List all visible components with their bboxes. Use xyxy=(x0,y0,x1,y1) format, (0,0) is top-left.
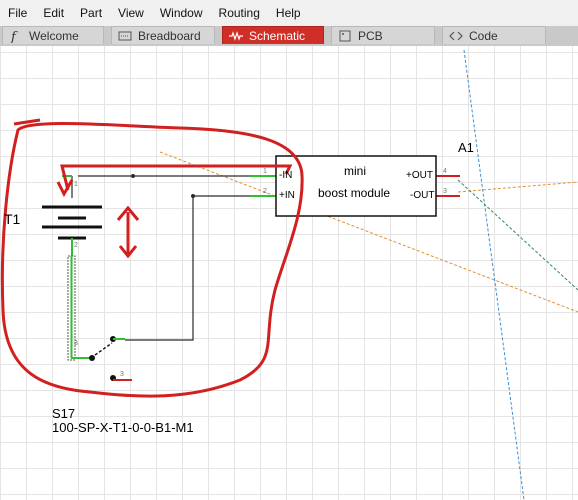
annotation-outline xyxy=(0,122,304,398)
tab-breadboard[interactable]: Breadboard xyxy=(111,26,215,44)
schematic-canvas[interactable]: mini boost module A1 -IN +IN +OUT -OUT 1… xyxy=(0,46,578,500)
wire-junction xyxy=(131,174,135,178)
wire-positive[interactable] xyxy=(125,195,276,341)
switch-part-label[interactable]: S17 xyxy=(52,406,75,421)
pin-label-out-neg: -OUT xyxy=(410,190,435,201)
code-icon xyxy=(449,31,463,40)
switch-part-number: 100-SP-X-T1-0-0-B1-M1 xyxy=(52,420,194,435)
ratsnest-line-green[interactable] xyxy=(457,179,578,291)
tab-label: Breadboard xyxy=(138,28,201,43)
pin-number: 1 xyxy=(263,168,267,175)
pin-number: 3 xyxy=(74,340,78,347)
menu-bar: File Edit Part View Window Routing Help xyxy=(0,0,578,26)
battery-label[interactable]: T1 xyxy=(4,211,20,227)
menu-part[interactable]: Part xyxy=(72,6,110,20)
tab-label: Schematic xyxy=(249,28,306,43)
tab-label: Code xyxy=(469,28,498,43)
switch-lever[interactable] xyxy=(94,342,113,356)
module-part-label[interactable]: A1 xyxy=(458,140,474,155)
breadboard-icon xyxy=(118,31,132,40)
pin-number: 1 xyxy=(74,181,78,188)
tab-label: PCB xyxy=(358,28,383,43)
wire-junction xyxy=(191,194,195,198)
svg-text:f: f xyxy=(10,30,18,43)
pcb-icon xyxy=(339,30,351,41)
tab-label: Welcome xyxy=(29,28,79,43)
pin-label-in-pos: +IN xyxy=(279,190,295,201)
schematic-icon xyxy=(229,30,243,41)
tab-pcb[interactable]: PCB xyxy=(331,26,435,44)
menu-help[interactable]: Help xyxy=(268,6,309,20)
module-label-line-2: boost module xyxy=(318,186,391,200)
ratsnest-line-orange-2[interactable] xyxy=(457,181,578,193)
menu-window[interactable]: Window xyxy=(152,6,211,20)
pin-number: 4 xyxy=(443,168,447,175)
menu-file[interactable]: File xyxy=(0,6,35,20)
module-label-line-1: mini xyxy=(344,164,367,178)
annotation-arrow-line xyxy=(60,164,293,191)
tab-welcome[interactable]: f Welcome xyxy=(2,26,104,44)
pin-number: 3 xyxy=(120,371,124,378)
tab-schematic[interactable]: Schematic xyxy=(222,26,324,44)
pin-number: 2 xyxy=(74,242,78,249)
menu-routing[interactable]: Routing xyxy=(211,6,268,20)
pin-label-in-neg: -IN xyxy=(279,170,293,181)
tab-code[interactable]: Code xyxy=(442,26,546,44)
pin-number: 2 xyxy=(263,188,267,195)
view-tab-bar: f Welcome Breadboard Schematic PCB Code xyxy=(0,26,578,46)
pin-number: 3 xyxy=(443,188,447,195)
menu-view[interactable]: View xyxy=(110,6,152,20)
switch-common-contact xyxy=(89,355,95,361)
menu-edit[interactable]: Edit xyxy=(35,6,72,20)
fritzing-logo-icon: f xyxy=(10,30,18,43)
pin-label-out-pos: +OUT xyxy=(406,170,433,181)
ratsnest-line-blue[interactable] xyxy=(463,49,525,500)
